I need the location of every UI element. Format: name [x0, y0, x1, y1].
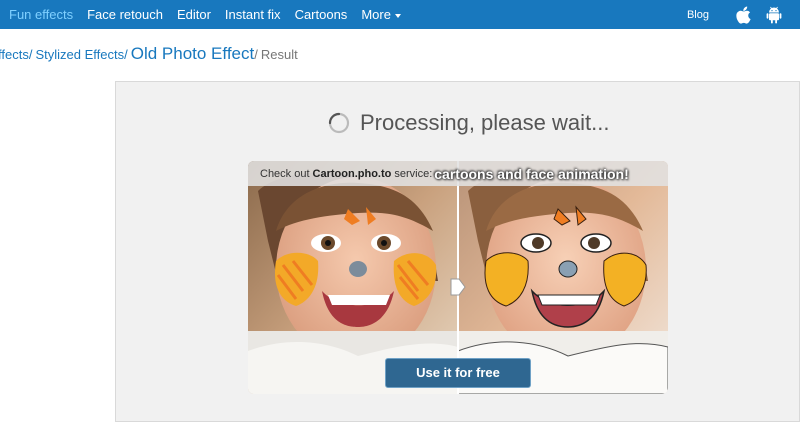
nav-item-face-retouch[interactable]: Face retouch [80, 0, 170, 29]
breadcrumb-separator: / [254, 47, 258, 62]
breadcrumb-separator: / [28, 47, 33, 62]
breadcrumb-link-effects[interactable]: ffects [0, 47, 29, 62]
processing-status: Processing, please wait... [328, 108, 609, 138]
breadcrumb: ffects / Stylized Effects / Old Photo Effe… [0, 44, 298, 66]
blog-link[interactable]: Blog [687, 9, 709, 21]
use-it-for-free-button[interactable]: Use it for free [385, 358, 531, 388]
nav-item-instant-fix[interactable]: Instant fix [218, 0, 288, 29]
nav-item-editor[interactable]: Editor [170, 0, 218, 29]
result-panel: Processing, please wait... Check out Car… [115, 81, 800, 422]
android-icon[interactable] [766, 6, 782, 24]
promo-caption-prefix: Check out [260, 167, 310, 180]
nav-item-fun-effects[interactable]: Fun effects [0, 0, 80, 29]
top-navbar: Fun effects Face retouch Editor Instant … [0, 0, 800, 29]
chevron-down-icon [394, 13, 401, 18]
breadcrumb-link-stylized-effects[interactable]: Stylized Effects [35, 47, 124, 62]
right-nav: Blog [687, 0, 782, 29]
promo-caption-suffix: service: [394, 167, 433, 180]
breadcrumb-result: Result [260, 47, 298, 62]
promo-caption-highlight: cartoons and face animation! [434, 165, 629, 182]
processing-text: Processing, please wait... [360, 110, 610, 135]
spinner-icon [328, 112, 350, 134]
nav-more-label: More [361, 7, 391, 22]
nav-item-cartoons[interactable]: Cartoons [288, 0, 355, 29]
apple-icon[interactable] [736, 5, 752, 24]
promo-caption: Check out Cartoon.pho.to service: cartoo… [248, 161, 668, 186]
breadcrumb-separator: / [124, 47, 128, 62]
cartoon-promo-banner[interactable]: Check out Cartoon.pho.to service: cartoo… [248, 161, 668, 394]
breadcrumb-current[interactable]: Old Photo Effect [131, 44, 254, 64]
main-nav: Fun effects Face retouch Editor Instant … [0, 0, 408, 29]
promo-caption-brand[interactable]: Cartoon.pho.to [313, 168, 392, 180]
nav-item-more[interactable]: More [354, 0, 408, 29]
